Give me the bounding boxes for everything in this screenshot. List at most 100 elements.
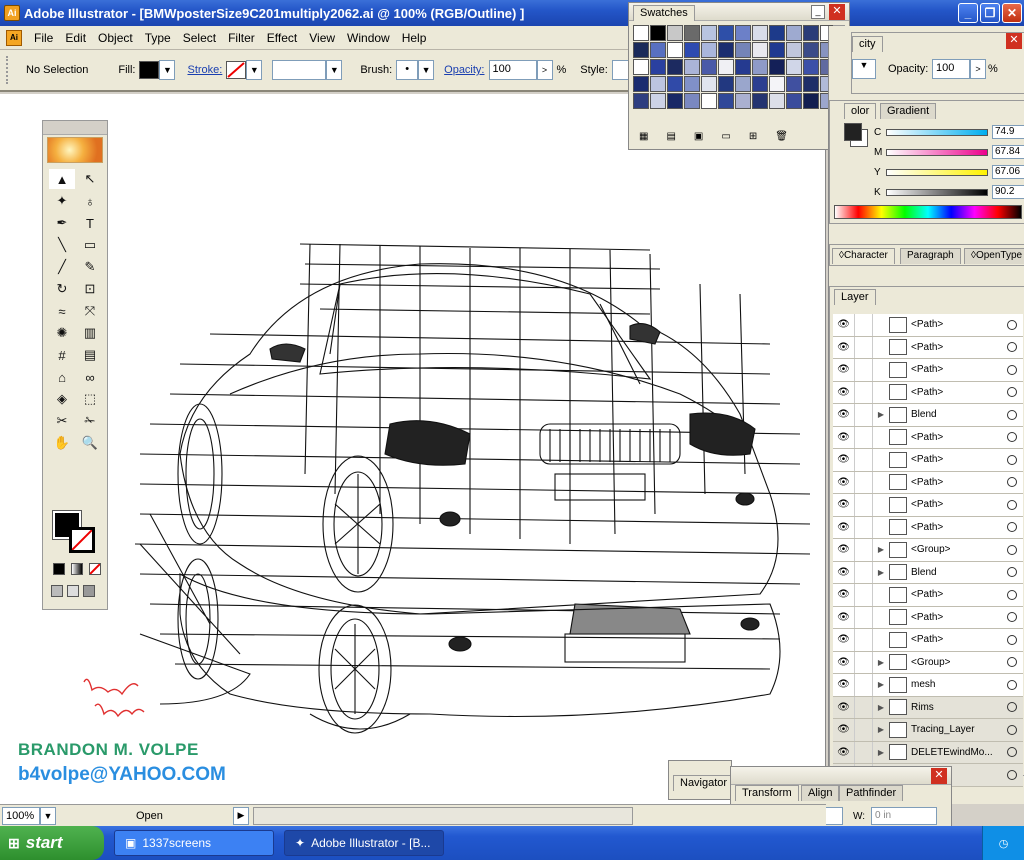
layer-name[interactable]: <Path> <box>911 634 1007 645</box>
lock-toggle[interactable] <box>855 449 873 471</box>
target-circle-icon[interactable] <box>1007 319 1017 330</box>
delete-swatch-icon[interactable]: 🗑 <box>775 131 788 142</box>
tab-gradient[interactable]: Gradient <box>880 103 937 119</box>
tab-opentype[interactable]: ◊OpenType <box>964 248 1024 264</box>
swatch-chip[interactable] <box>752 42 768 58</box>
swatch-chip[interactable] <box>701 25 717 41</box>
visibility-eye-icon[interactable]: 👁 <box>833 494 855 516</box>
swatch-libraries-icon[interactable]: ▦ <box>639 131 648 142</box>
layer-name[interactable]: <Group> <box>911 657 1007 668</box>
lock-toggle[interactable] <box>855 696 873 718</box>
color-fill-indicator[interactable] <box>844 123 862 141</box>
layer-row[interactable]: 👁 <Path> <box>833 471 1023 494</box>
visibility-eye-icon[interactable]: 👁 <box>833 561 855 583</box>
layer-name[interactable]: <Path> <box>911 477 1007 488</box>
layer-row[interactable]: 👁 ▶ Blend <box>833 561 1023 584</box>
target-circle-icon[interactable] <box>1007 702 1017 713</box>
swatch-chip[interactable] <box>803 42 819 58</box>
layer-name[interactable]: <Path> <box>911 342 1007 353</box>
blend-mode-dropdown[interactable]: ▼ <box>852 59 876 79</box>
menu-window[interactable]: Window <box>341 31 396 45</box>
target-circle-icon[interactable] <box>1007 522 1017 533</box>
visibility-eye-icon[interactable]: 👁 <box>833 741 855 763</box>
tools-panel-header[interactable] <box>43 121 107 135</box>
swatch-chip[interactable] <box>752 93 768 109</box>
opacity-dropdown[interactable]: > <box>536 60 553 80</box>
expand-triangle-icon[interactable]: ▶ <box>873 410 889 419</box>
swatch-chip[interactable] <box>803 25 819 41</box>
zoom-dropdown[interactable]: ▼ <box>40 806 56 825</box>
gradient-mode-icon[interactable] <box>71 563 83 575</box>
warp-tool-icon[interactable]: ≈ <box>49 301 75 321</box>
tab-transform[interactable]: Transform <box>735 785 799 801</box>
status-menu-button[interactable]: ▶ <box>232 806 249 825</box>
visibility-eye-icon[interactable]: 👁 <box>833 606 855 628</box>
visibility-eye-icon[interactable]: 👁 <box>833 696 855 718</box>
stroke-color-box[interactable] <box>69 527 95 553</box>
visibility-eye-icon[interactable]: 👁 <box>833 381 855 403</box>
opacity-field[interactable]: 100 <box>488 60 537 80</box>
target-circle-icon[interactable] <box>1007 342 1017 353</box>
lock-toggle[interactable] <box>855 539 873 561</box>
full-screen-mode-icon[interactable] <box>83 585 95 597</box>
swatch-chip[interactable] <box>803 76 819 92</box>
lock-toggle[interactable] <box>855 471 873 493</box>
swatch-chip[interactable] <box>752 59 768 75</box>
illustrator-flower-logo[interactable] <box>47 137 103 163</box>
slice-tool-icon[interactable]: ✂ <box>49 411 75 431</box>
layer-name[interactable]: Blend <box>911 567 1007 578</box>
visibility-eye-icon[interactable]: 👁 <box>833 651 855 673</box>
layer-name[interactable]: <Path> <box>911 612 1007 623</box>
layer-name[interactable]: DELETEwindMo... <box>911 747 1007 758</box>
expand-triangle-icon[interactable]: ▶ <box>873 748 889 757</box>
swatch-chip[interactable] <box>667 76 683 92</box>
layer-name[interactable]: Tracing_Layer <box>911 724 1007 735</box>
target-circle-icon[interactable] <box>1007 724 1017 735</box>
transform-panel-header[interactable]: ✕ <box>731 767 951 785</box>
swatch-chip[interactable] <box>786 25 802 41</box>
magic-wand-tool-icon[interactable]: ✦ <box>49 191 75 211</box>
stroke-weight-field[interactable] <box>272 60 327 80</box>
target-circle-icon[interactable] <box>1007 657 1017 668</box>
layer-row[interactable]: 👁 <Path> <box>833 494 1023 517</box>
lock-toggle[interactable] <box>855 561 873 583</box>
swatch-chip[interactable] <box>701 76 717 92</box>
expand-triangle-icon[interactable]: ▶ <box>873 703 889 712</box>
target-circle-icon[interactable] <box>1007 477 1017 488</box>
layer-name[interactable]: <Path> <box>911 522 1007 533</box>
swatch-chip[interactable] <box>786 93 802 109</box>
tray-clock-icon[interactable]: ◷ <box>999 837 1009 850</box>
swatch-chip[interactable] <box>701 93 717 109</box>
swatch-chip[interactable] <box>735 93 751 109</box>
swatch-chip[interactable] <box>650 93 666 109</box>
swatch-chip[interactable] <box>786 76 802 92</box>
visibility-eye-icon[interactable]: 👁 <box>833 674 855 696</box>
swatch-chip[interactable] <box>735 59 751 75</box>
channel-yellow-value[interactable]: 67.06 <box>992 165 1024 179</box>
lock-toggle[interactable] <box>855 516 873 538</box>
panel-close-icon[interactable]: ✕ <box>829 4 845 20</box>
menu-object[interactable]: Object <box>92 31 139 45</box>
layer-name[interactable]: <Path> <box>911 432 1007 443</box>
swatch-chip[interactable] <box>718 93 734 109</box>
taskbar-button-illustrator[interactable]: ✦ Adobe Illustrator - [B... <box>284 830 444 856</box>
layer-row[interactable]: 👁 <Path> <box>833 426 1023 449</box>
standard-screen-mode-icon[interactable] <box>51 585 63 597</box>
color-spectrum-bar[interactable] <box>834 205 1022 219</box>
type-tool-icon[interactable]: T <box>77 213 103 233</box>
document-icon[interactable]: Ai <box>6 29 22 46</box>
swatch-chip[interactable] <box>633 76 649 92</box>
mesh-tool-icon[interactable]: # <box>49 345 75 365</box>
direct-selection-tool-icon[interactable]: ↖ <box>77 169 103 189</box>
layer-row[interactable]: 👁 ▶ mesh <box>833 674 1023 697</box>
restore-button[interactable]: ❐ <box>980 3 1000 23</box>
rotate-tool-icon[interactable]: ↻ <box>49 279 75 299</box>
lock-toggle[interactable] <box>855 381 873 403</box>
channel-cyan-slider[interactable] <box>886 128 988 136</box>
swatch-chip[interactable] <box>684 42 700 58</box>
layer-row[interactable]: 👁 <Path> <box>833 606 1023 629</box>
tab-layers[interactable]: Layer <box>834 289 876 305</box>
swatches-panel-header[interactable]: Swatches _ ✕ <box>629 3 849 21</box>
layer-name[interactable]: Blend <box>911 409 1007 420</box>
menu-edit[interactable]: Edit <box>59 31 92 45</box>
